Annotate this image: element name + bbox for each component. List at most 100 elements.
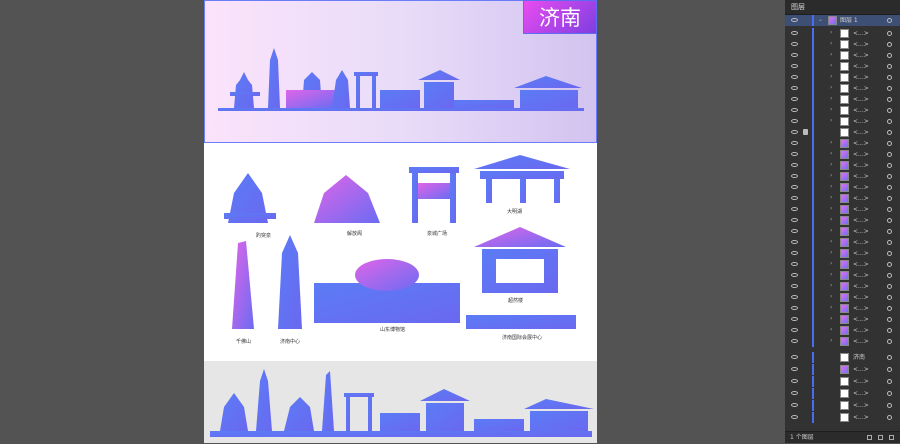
chevron-right-icon[interactable]: ›	[830, 216, 832, 223]
visibility-eye-icon[interactable]	[791, 42, 798, 46]
target-icon[interactable]	[887, 295, 892, 300]
target-icon[interactable]	[887, 141, 892, 146]
layer-name[interactable]: <...>	[853, 388, 869, 399]
layer-name[interactable]: <...>	[853, 61, 869, 72]
visibility-eye-icon[interactable]	[791, 119, 798, 123]
layer-name[interactable]: <...>	[853, 72, 869, 83]
chevron-right-icon[interactable]: ›	[830, 73, 832, 80]
target-icon[interactable]	[887, 97, 892, 102]
chevron-right-icon[interactable]: ›	[830, 183, 832, 190]
chevron-right-icon[interactable]: ›	[830, 238, 832, 245]
layer-name[interactable]: <...>	[853, 412, 869, 423]
chevron-right-icon[interactable]: ›	[830, 106, 832, 113]
chevron-right-icon[interactable]: ›	[830, 271, 832, 278]
layer-name[interactable]: <...>	[853, 270, 869, 281]
chevron-right-icon[interactable]: ›	[830, 205, 832, 212]
layer-row[interactable]: › <...>	[785, 72, 900, 83]
visibility-eye-icon[interactable]	[791, 174, 798, 178]
layer-name[interactable]: <...>	[853, 226, 869, 237]
layer-name[interactable]: 图层 1	[840, 15, 858, 26]
visibility-eye-icon[interactable]	[791, 229, 798, 233]
layer-row[interactable]: › <...>	[785, 116, 900, 127]
chevron-right-icon[interactable]: ›	[830, 95, 832, 102]
visibility-eye-icon[interactable]	[791, 108, 798, 112]
target-icon[interactable]	[887, 355, 892, 360]
visibility-eye-icon[interactable]	[791, 130, 798, 134]
layer-row[interactable]: › <...>	[785, 39, 900, 50]
layer-name[interactable]: <...>	[853, 116, 869, 127]
target-icon[interactable]	[887, 53, 892, 58]
target-icon[interactable]	[887, 240, 892, 245]
layer-row[interactable]: › <...>	[785, 204, 900, 215]
layer-row[interactable]: › <...>	[785, 94, 900, 105]
visibility-eye-icon[interactable]	[791, 355, 798, 359]
chevron-right-icon[interactable]: ›	[830, 304, 832, 311]
layer-name[interactable]: <...>	[853, 138, 869, 149]
visibility-eye-icon[interactable]	[791, 152, 798, 156]
target-icon[interactable]	[887, 64, 892, 69]
target-icon[interactable]	[887, 185, 892, 190]
visibility-eye-icon[interactable]	[791, 18, 798, 22]
delete-layer-icon[interactable]	[889, 435, 894, 440]
layer-name[interactable]: <...>	[853, 83, 869, 94]
chevron-right-icon[interactable]: ›	[830, 139, 832, 146]
target-icon[interactable]	[887, 108, 892, 113]
target-icon[interactable]	[887, 306, 892, 311]
layer-row[interactable]: › <...>	[785, 281, 900, 292]
visibility-eye-icon[interactable]	[791, 207, 798, 211]
chevron-down-icon[interactable]: ⌄	[818, 16, 823, 23]
target-icon[interactable]	[887, 391, 892, 396]
new-layer-icon[interactable]	[878, 435, 883, 440]
target-icon[interactable]	[887, 273, 892, 278]
target-icon[interactable]	[887, 262, 892, 267]
target-icon[interactable]	[887, 229, 892, 234]
layer-row[interactable]: › <...>	[785, 292, 900, 303]
layer-row[interactable]: › <...>	[785, 314, 900, 325]
target-icon[interactable]	[887, 251, 892, 256]
layer-name[interactable]: <...>	[853, 237, 869, 248]
visibility-eye-icon[interactable]	[791, 53, 798, 57]
visibility-eye-icon[interactable]	[791, 273, 798, 277]
target-icon[interactable]	[887, 42, 892, 47]
layer-row[interactable]: › <...>	[785, 259, 900, 270]
chevron-right-icon[interactable]: ›	[830, 117, 832, 124]
visibility-eye-icon[interactable]	[791, 262, 798, 266]
layer-row[interactable]: › <...>	[785, 248, 900, 259]
layer-row[interactable]: › <...>	[785, 149, 900, 160]
layer-name[interactable]: <...>	[853, 193, 869, 204]
layers-panel[interactable]: 图层 ⌄ 图层 1 › <...> › <...> › <...> › <...> › <…	[785, 0, 900, 443]
layer-name[interactable]: <...>	[853, 105, 869, 116]
layer-row[interactable]: › <...>	[785, 105, 900, 116]
visibility-eye-icon[interactable]	[791, 367, 798, 371]
chevron-right-icon[interactable]: ›	[830, 172, 832, 179]
target-icon[interactable]	[887, 403, 892, 408]
visibility-eye-icon[interactable]	[791, 31, 798, 35]
layer-row[interactable]: › <...>	[785, 193, 900, 204]
layer-name[interactable]: <...>	[853, 204, 869, 215]
layer-row[interactable]: › <...>	[785, 226, 900, 237]
layer-row[interactable]: › <...>	[785, 237, 900, 248]
target-icon[interactable]	[887, 284, 892, 289]
chevron-right-icon[interactable]: ›	[830, 326, 832, 333]
layer-row[interactable]: <...>	[785, 412, 900, 423]
visibility-eye-icon[interactable]	[791, 240, 798, 244]
lock-icon[interactable]	[803, 129, 808, 135]
visibility-eye-icon[interactable]	[791, 141, 798, 145]
layer-row[interactable]: <...>	[785, 388, 900, 399]
chevron-right-icon[interactable]: ›	[830, 337, 832, 344]
chevron-right-icon[interactable]: ›	[830, 51, 832, 58]
layer-row[interactable]: › <...>	[785, 182, 900, 193]
layer-name[interactable]: <...>	[853, 127, 869, 138]
chevron-right-icon[interactable]: ›	[830, 315, 832, 322]
layer-row-top[interactable]: ⌄ 图层 1	[785, 15, 900, 27]
visibility-eye-icon[interactable]	[791, 218, 798, 222]
layer-row[interactable]: <...>	[785, 400, 900, 411]
chevron-right-icon[interactable]: ›	[830, 161, 832, 168]
target-icon[interactable]	[887, 86, 892, 91]
target-icon[interactable]	[887, 130, 892, 135]
layers-panel-tab[interactable]: 图层	[785, 0, 900, 15]
visibility-eye-icon[interactable]	[791, 379, 798, 383]
layer-name[interactable]: <...>	[853, 314, 869, 325]
visibility-eye-icon[interactable]	[791, 75, 798, 79]
target-icon[interactable]	[887, 328, 892, 333]
